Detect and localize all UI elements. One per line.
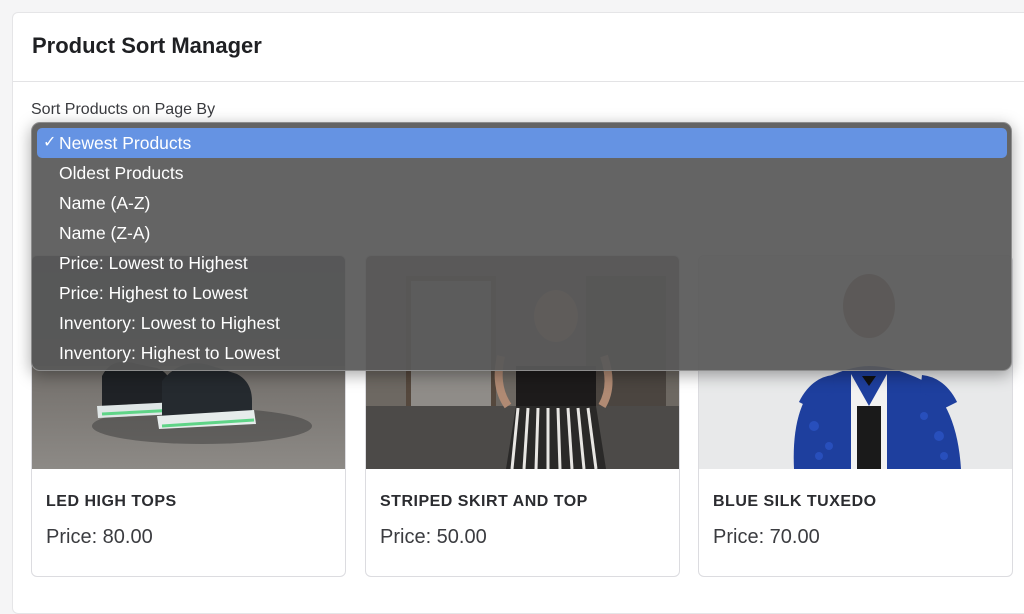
- sort-option-name-desc[interactable]: Name (Z-A): [37, 218, 1007, 248]
- product-price: Price: 50.00: [380, 526, 487, 548]
- sort-dropdown-menu[interactable]: ✓ Newest Products Oldest Products Name (…: [31, 122, 1012, 371]
- sort-option-label: Oldest Products: [59, 163, 184, 183]
- sort-option-name-asc[interactable]: Name (A-Z): [37, 188, 1007, 218]
- page-title: Product Sort Manager: [32, 33, 262, 58]
- product-name[interactable]: BLUE SILK TUXEDO: [713, 493, 877, 511]
- sort-option-label: Inventory: Highest to Lowest: [59, 343, 280, 363]
- product-name[interactable]: STRIPED SKIRT AND TOP: [380, 493, 588, 511]
- sort-option-inventory-asc[interactable]: Inventory: Lowest to Highest: [37, 308, 1007, 338]
- sort-option-label: Price: Lowest to Highest: [59, 253, 248, 273]
- sort-option-label: Price: Highest to Lowest: [59, 283, 248, 303]
- sort-option-label: Newest Products: [59, 133, 192, 153]
- checkmark-icon: ✓: [43, 134, 57, 151]
- product-price: Price: 70.00: [713, 526, 820, 548]
- sort-option-label: Name (Z-A): [59, 223, 151, 243]
- sort-option-label: Inventory: Lowest to Highest: [59, 313, 280, 333]
- sort-option-newest[interactable]: ✓ Newest Products: [37, 128, 1007, 158]
- product-price: Price: 80.00: [46, 526, 153, 548]
- sort-label: Sort Products on Page By: [31, 101, 216, 118]
- sort-option-inventory-desc[interactable]: Inventory: Highest to Lowest: [37, 338, 1007, 368]
- product-name[interactable]: LED HIGH TOPS: [46, 493, 177, 511]
- sort-option-oldest[interactable]: Oldest Products: [37, 158, 1007, 188]
- sort-option-price-asc[interactable]: Price: Lowest to Highest: [37, 248, 1007, 278]
- panel-header: Product Sort Manager: [13, 13, 1024, 82]
- sort-option-price-desc[interactable]: Price: Highest to Lowest: [37, 278, 1007, 308]
- sort-option-label: Name (A-Z): [59, 193, 151, 213]
